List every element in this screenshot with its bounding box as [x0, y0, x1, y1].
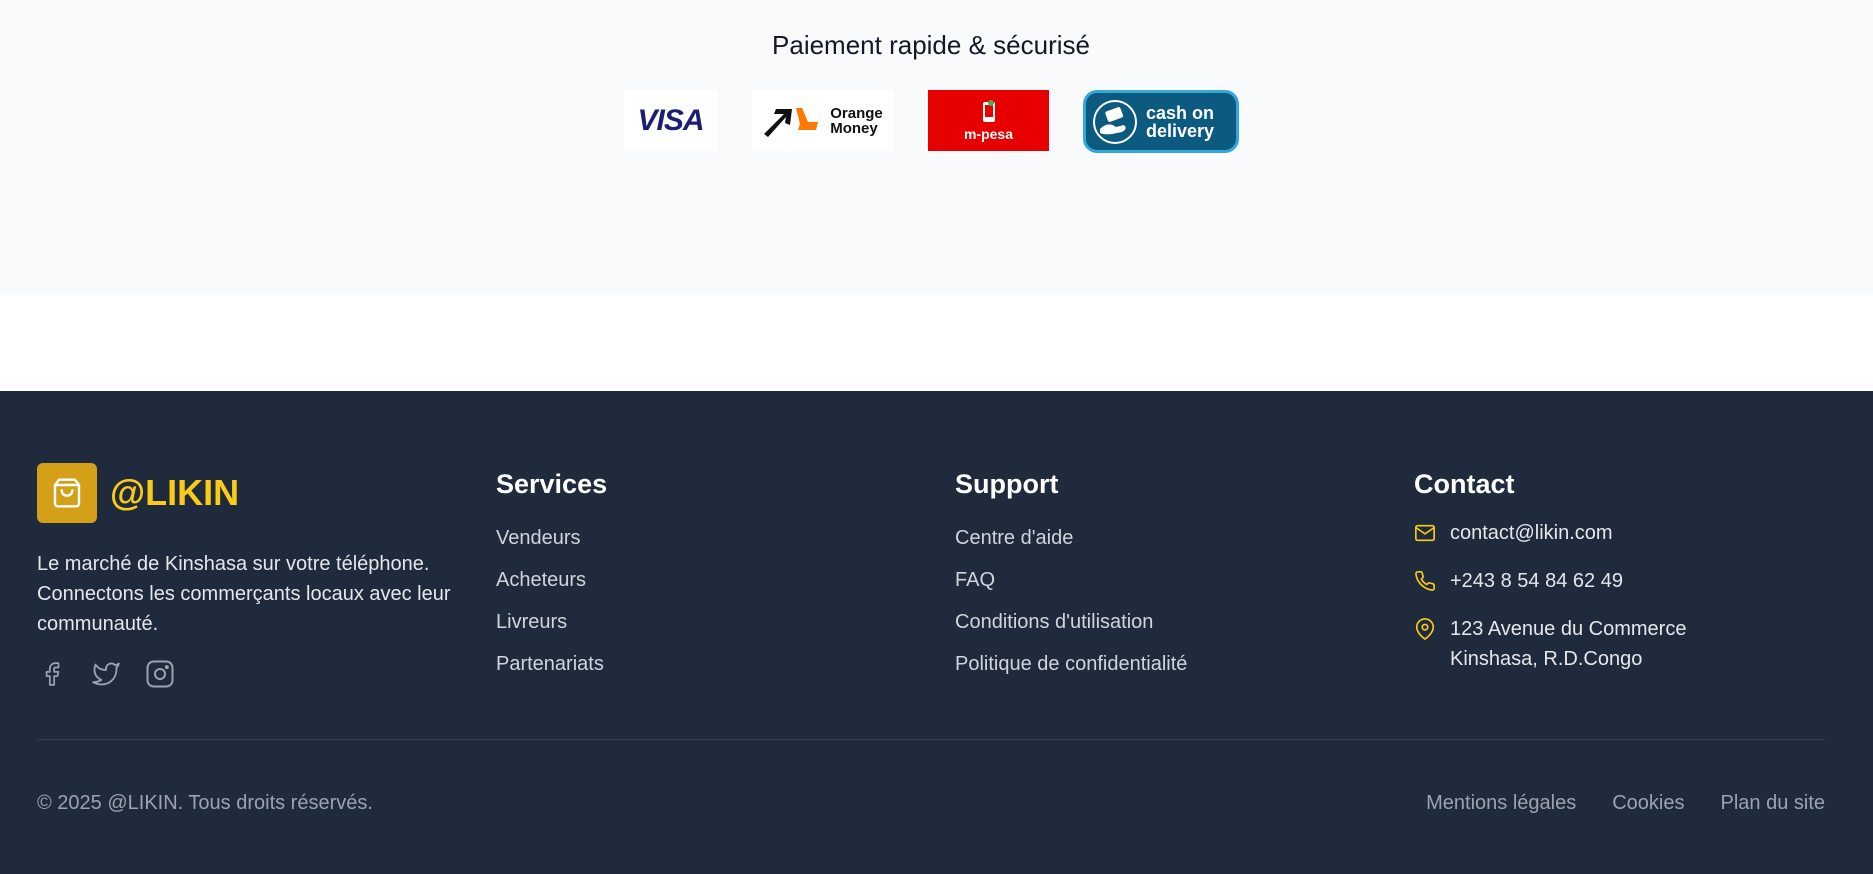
contact-email-row[interactable]: contact@likin.com [1414, 518, 1686, 566]
contact-address-line2: Kinshasa, R.D.Congo [1450, 648, 1643, 670]
support-title: Support [955, 469, 1059, 499]
shopping-bag-icon [53, 478, 81, 508]
payment-title: Paiement rapide & sécurisé [772, 30, 1090, 60]
legal-link-mentions[interactable]: Mentions légales [1426, 792, 1576, 815]
cod-line1: cash on [1146, 102, 1215, 123]
services-title: Services [496, 469, 608, 499]
phone-icon [1414, 566, 1438, 596]
mpesa-logo: m-pesa [928, 90, 1049, 151]
contact-phone[interactable]: +243 8 54 84 62 49 [1450, 566, 1623, 596]
services-link-livreurs[interactable]: Livreurs [496, 610, 607, 652]
legal-link-cookies[interactable]: Cookies [1612, 792, 1684, 815]
support-link-help-center[interactable]: Centre d'aide [955, 526, 1187, 568]
footer: @LIKIN Le marché de Kinshasa sur votre t… [0, 391, 1873, 874]
support-link-privacy[interactable]: Politique de confidentialité [955, 652, 1187, 694]
services-link-acheteurs[interactable]: Acheteurs [496, 568, 607, 610]
phone-icon [982, 99, 995, 122]
brand-name: @LIKIN [110, 472, 240, 513]
payment-logos: VISA Orange Money m-pesa cash on deliver… [0, 90, 1873, 153]
orange-money-line1: Orange [830, 104, 883, 122]
support-link-faq[interactable]: FAQ [955, 568, 1187, 610]
contact-phone-row[interactable]: +243 8 54 84 62 49 [1414, 566, 1686, 614]
footer-divider [37, 739, 1825, 740]
social-links [37, 659, 175, 689]
contact-address-row: 123 Avenue du Commerce Kinshasa, R.D.Con… [1414, 614, 1686, 674]
copyright: © 2025 @LIKIN. Tous droits réservés. [37, 792, 373, 814]
map-pin-icon [1414, 614, 1438, 644]
visa-logo: VISA [624, 90, 717, 151]
services-link-vendeurs[interactable]: Vendeurs [496, 526, 607, 568]
brand[interactable]: @LIKIN [37, 463, 239, 523]
support-column: Support Centre d'aide FAQ Conditions d'u… [955, 469, 1187, 694]
mpesa-text: m-pesa [963, 125, 1014, 142]
legal-links: Mentions légales Cookies Plan du site [1426, 792, 1825, 815]
visa-logo-text: VISA [637, 103, 704, 137]
services-link-partenariats[interactable]: Partenariats [496, 652, 607, 694]
legal-link-sitemap[interactable]: Plan du site [1720, 792, 1825, 815]
services-column: Services Vendeurs Acheteurs Livreurs Par… [496, 469, 607, 694]
instagram-icon[interactable] [145, 659, 175, 689]
payment-section: Paiement rapide & sécurisé VISA Orange M… [0, 0, 1873, 295]
hand-cash-icon [1093, 99, 1137, 144]
brand-description: Le marché de Kinshasa sur votre téléphon… [37, 553, 451, 635]
cod-line2: delivery [1146, 120, 1215, 141]
support-link-terms[interactable]: Conditions d'utilisation [955, 610, 1187, 652]
brand-logo [37, 463, 97, 523]
orange-money-line2: Money [830, 119, 878, 137]
contact-title: Contact [1414, 469, 1515, 499]
contact-column: Contact contact@likin.com +243 8 54 84 6… [1414, 469, 1686, 674]
mail-icon [1414, 518, 1438, 548]
orange-money-logo: Orange Money [752, 90, 893, 151]
orange-money-arrows-icon [764, 107, 819, 137]
cash-on-delivery-logo: cash on delivery [1083, 90, 1239, 153]
contact-email[interactable]: contact@likin.com [1450, 518, 1613, 548]
facebook-icon[interactable] [37, 659, 67, 689]
twitter-icon[interactable] [91, 659, 121, 689]
contact-address-line1: 123 Avenue du Commerce [1450, 618, 1687, 640]
